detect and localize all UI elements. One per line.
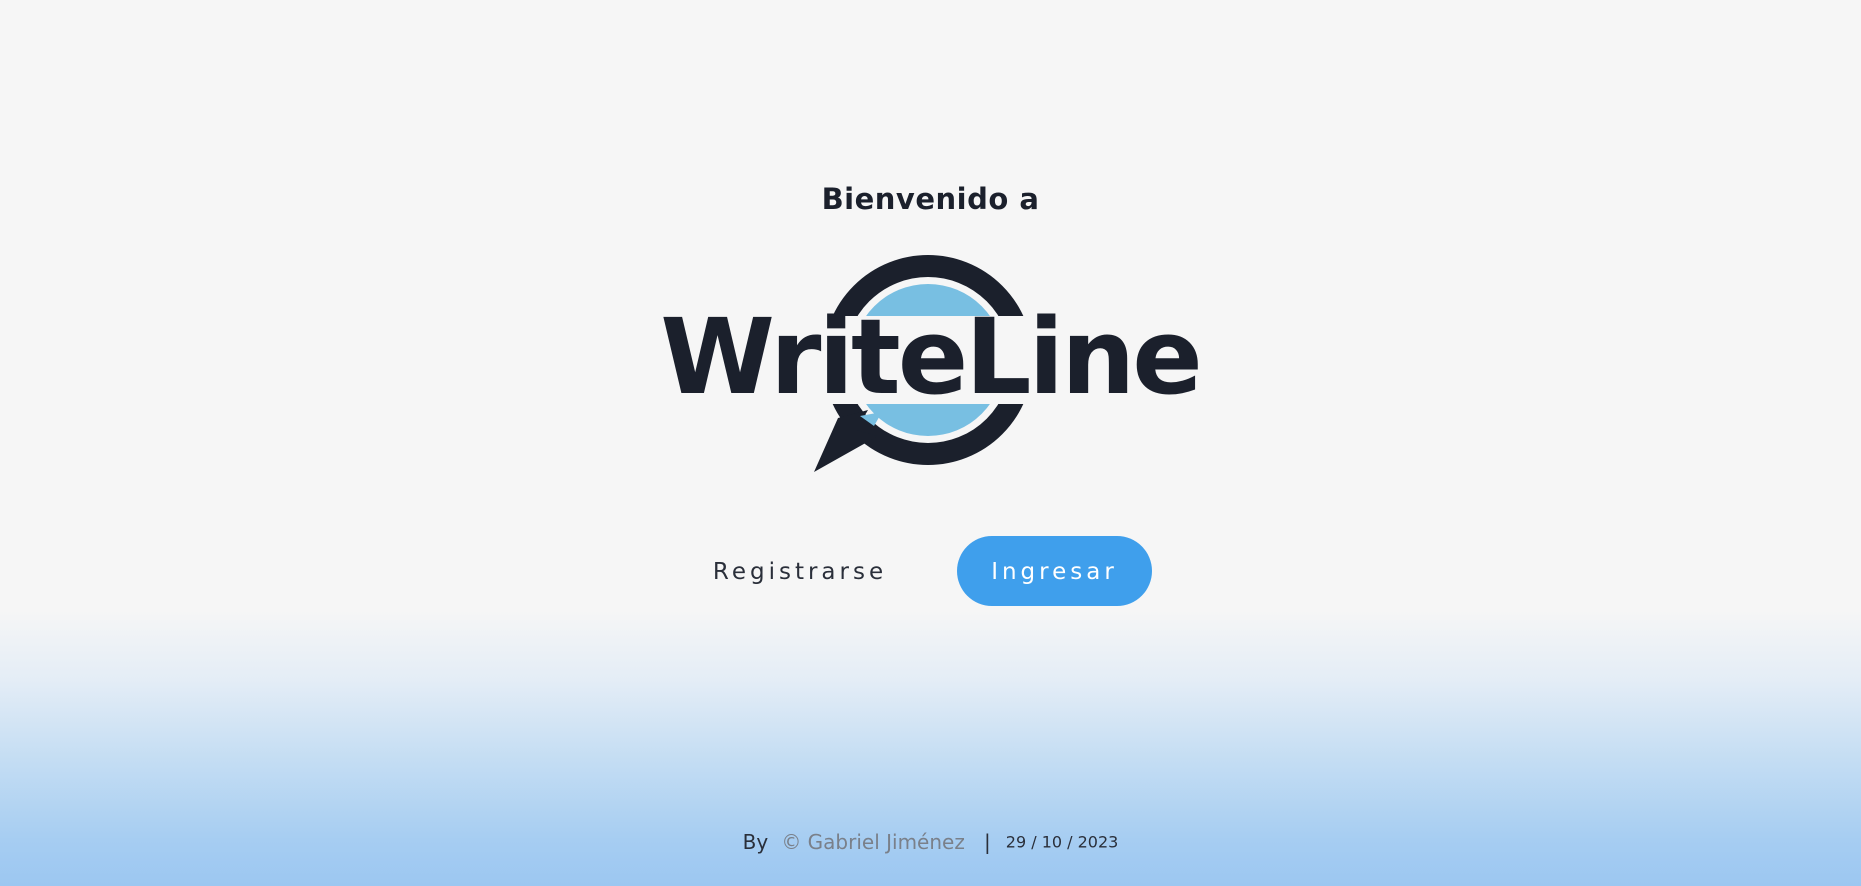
logo-wordmark: WriteLine: [660, 296, 1203, 418]
footer-separator: |: [983, 830, 991, 854]
writeline-logo: WriteLine: [660, 240, 1203, 480]
register-button[interactable]: Registrarse: [700, 536, 900, 606]
footer-by-label: By: [742, 830, 769, 854]
welcome-heading: Bienvenido a: [821, 182, 1040, 216]
footer-date: 29 / 10 / 2023: [1005, 832, 1119, 852]
action-buttons: Registrarse Ingresar: [0, 536, 1861, 606]
footer: By © Gabriel Jiménez | 29 / 10 / 2023: [0, 830, 1861, 860]
footer-author: © Gabriel Jiménez: [781, 830, 965, 854]
login-button[interactable]: Ingresar: [957, 536, 1152, 606]
